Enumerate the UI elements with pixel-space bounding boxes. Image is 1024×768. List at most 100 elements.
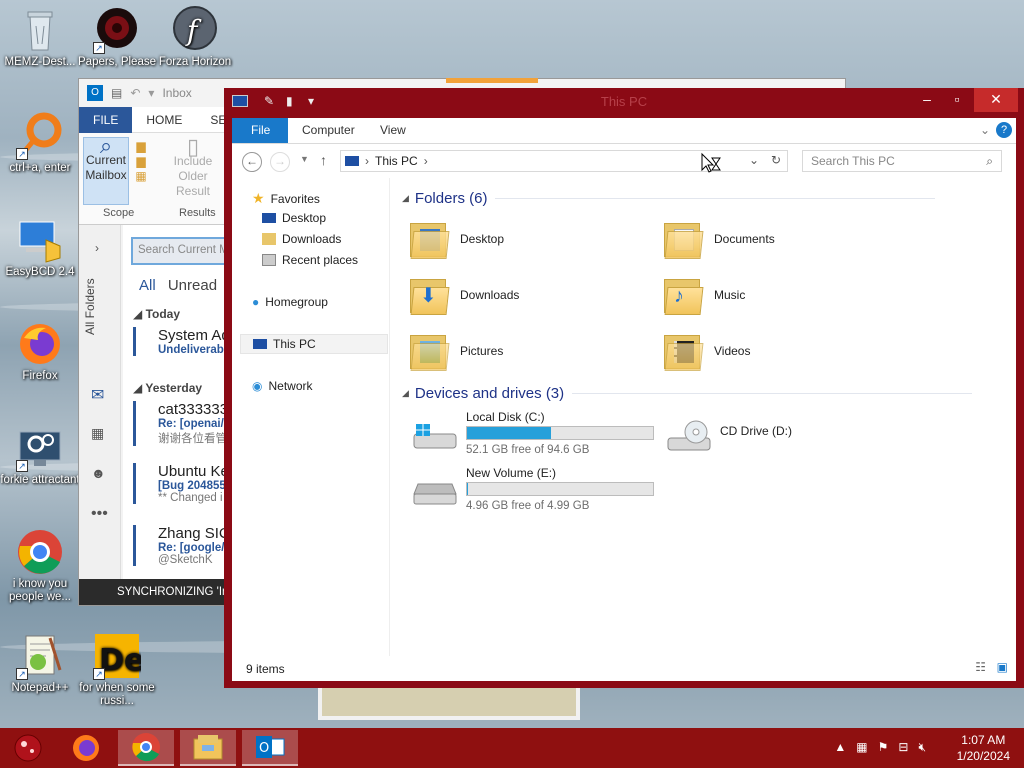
breadcrumb-this-pc[interactable]: This PC [375,154,418,168]
results-group-label: Results [179,207,216,219]
folders-group-header[interactable]: ◢ Folders (6) [402,190,936,207]
nav-network[interactable]: ◉ Network [252,379,313,393]
desktop-icon-firefox[interactable]: Firefox [0,320,80,383]
system-tray: ▲ ▦ ⚑ ⊟ 🔇︎ [834,740,926,755]
drive-c[interactable]: Local Disk (C:) 52.1 GB free of 94.6 GB [408,410,658,460]
desktop-icon-chrome[interactable]: i know you people we... [0,528,80,604]
taskbar-outlook[interactable]: O [242,730,298,766]
volume-muted-icon[interactable]: 🔇︎ [918,740,926,755]
recent-locations-icon[interactable]: ▼ [300,154,309,164]
nav-recent-places[interactable]: Recent places [262,253,358,267]
nav-favorites[interactable]: ★ Favorites [252,190,320,207]
drive-e[interactable]: New Volume (E:) 4.96 GB free of 4.99 GB [408,466,658,516]
current-mailbox-button[interactable]: ⌕ Current Mailbox [83,133,129,205]
mail-item[interactable]: Ubuntu Ke [Bug 204855 ** Changed i [133,463,227,504]
folder-videos[interactable]: Videos [662,326,912,376]
refresh-icon[interactable]: ↻ [771,153,781,167]
network-tray-icon[interactable]: ⊟ [898,740,908,755]
mail-item[interactable]: cat333333 Re: [openai/ 谢谢各位看管 [133,401,227,446]
nav-this-pc[interactable]: This PC [240,334,388,354]
expand-chevron-icon[interactable]: › [95,241,99,255]
show-hidden-icons-icon[interactable]: ▲ [834,740,846,755]
undo-icon[interactable]: ↶ [130,86,140,100]
folder-pictures[interactable]: Pictures [408,326,658,376]
chrome-icon [16,528,64,576]
folder-desktop[interactable]: Desktop [408,214,658,264]
drive-c-usage-bar [466,426,654,440]
qat-dropdown-icon[interactable]: ▾ [148,86,154,100]
device-icon[interactable]: ▦ [856,740,867,755]
address-row: ← → ▼ ↑ › This PC › ⌄ ↻ Search This PC ⌕ [232,144,1016,178]
start-button[interactable] [0,730,56,766]
desktop-icon-forkie-attractant[interactable]: ↗ forkie attractant [0,424,80,487]
desktop-icon-ctrl-a-enter[interactable]: ↗ ctrl+a, enter [0,112,80,175]
mail-item[interactable]: System Ad Undeliverabl [133,327,227,356]
mail-item[interactable]: Zhang SIC Re: [google/ @SketchK [133,525,227,566]
tab-view[interactable]: View [366,118,420,143]
drive-d[interactable]: CD Drive (D:) [662,410,912,460]
folder-downloads[interactable]: ⬇ Downloads [408,270,658,320]
notepadpp-icon: ↗ [16,632,64,680]
documents-folder-icon [662,217,704,261]
item-count: 9 items [246,662,285,676]
chrome-icon [132,733,160,762]
tab-file[interactable]: FILE [79,106,133,133]
search-icon: ⌕ [99,133,113,158]
print-icon[interactable]: ▤ [111,86,122,100]
tab-computer[interactable]: Computer [288,118,369,143]
hard-drive-icon [412,476,458,506]
more-icon[interactable]: ••• [91,505,108,523]
maximize-button[interactable]: ▫ [942,88,972,112]
network-icon: ◉ [252,379,263,393]
mail-list-pane: Search Current M All Unread ◢ Today Syst… [123,225,227,579]
ribbon-expand-icon[interactable]: ⌄ [980,123,990,137]
desktop-icon-notepadpp[interactable]: ↗ Notepad++ [0,632,80,695]
people-icon[interactable]: ☻ [91,465,106,481]
folder-music[interactable]: ♪ Music [662,270,912,320]
minimize-button[interactable]: – [912,88,942,112]
nav-downloads[interactable]: Downloads [262,232,341,246]
calendar-icon[interactable]: ▦ [91,425,104,442]
firefox-icon [73,735,99,761]
folder-documents[interactable]: Documents [662,214,912,264]
downloads-icon [262,233,276,245]
tab-file[interactable]: File [232,118,289,143]
desktop-icon-decompiler[interactable]: De ↗ for when some russi... [77,632,157,708]
address-dropdown-icon[interactable]: ⌄ [749,153,759,167]
action-center-flag-icon[interactable]: ⚑ [878,740,889,755]
desktop-icon-forza-horizon[interactable]: f Forza Horizon [155,6,235,69]
all-folders-label[interactable]: All Folders [83,255,97,335]
taskbar-firefox[interactable] [58,730,114,766]
drive-e-usage-bar [466,482,654,496]
outlook-folder-bar: › All Folders ✉ ▦ ☻ ••• [79,225,121,579]
nav-homegroup[interactable]: ● Homegroup [252,295,328,309]
desktop-icon-easybcd[interactable]: EasyBCD 2.4 [0,216,80,279]
up-arrow-icon[interactable]: ↑ [320,152,327,168]
filter-all[interactable]: All [139,277,156,294]
mail-search-input[interactable]: Search Current M [131,237,227,265]
taskbar-file-explorer[interactable] [180,730,236,766]
folder-scope-icons[interactable]: ▆ ▆ ▦ [133,139,149,199]
close-button[interactable]: ✕ [974,88,1018,112]
filter-unread[interactable]: Unread [168,277,217,294]
mail-icon[interactable]: ✉ [91,385,104,405]
outlook-app-icon: O [87,85,103,101]
nav-desktop[interactable]: Desktop [262,211,326,225]
desktop-folder-icon [408,217,450,261]
forward-button[interactable]: → [270,152,290,172]
explorer-window[interactable]: ✎ ▮ ▾ This PC – ▫ ✕ File Computer View ⌄… [224,88,1024,688]
music-folder-icon: ♪ [662,273,704,317]
drives-group-header[interactable]: ◢ Devices and drives (3) [402,385,973,402]
tab-home[interactable]: HOME [132,107,196,133]
taskbar-chrome[interactable] [118,730,174,766]
search-input[interactable]: Search This PC ⌕ [802,150,1002,172]
back-button[interactable]: ← [242,152,262,172]
large-icons-view-icon[interactable]: ▣ [997,660,1008,674]
include-older-results-button[interactable]: ▯ Include Older Result [161,136,225,199]
details-view-icon[interactable]: ☷ [975,660,986,674]
breadcrumb-chevron-icon[interactable]: › [424,154,428,168]
desktop-icon-papers-please[interactable]: ↗ Papers, Please [77,6,157,69]
help-icon[interactable]: ? [996,122,1012,138]
clock[interactable]: 1:07 AM 1/20/2024 [957,732,1010,764]
desktop-icon-recycle-bin[interactable]: MEMZ-Dest... [0,6,80,69]
